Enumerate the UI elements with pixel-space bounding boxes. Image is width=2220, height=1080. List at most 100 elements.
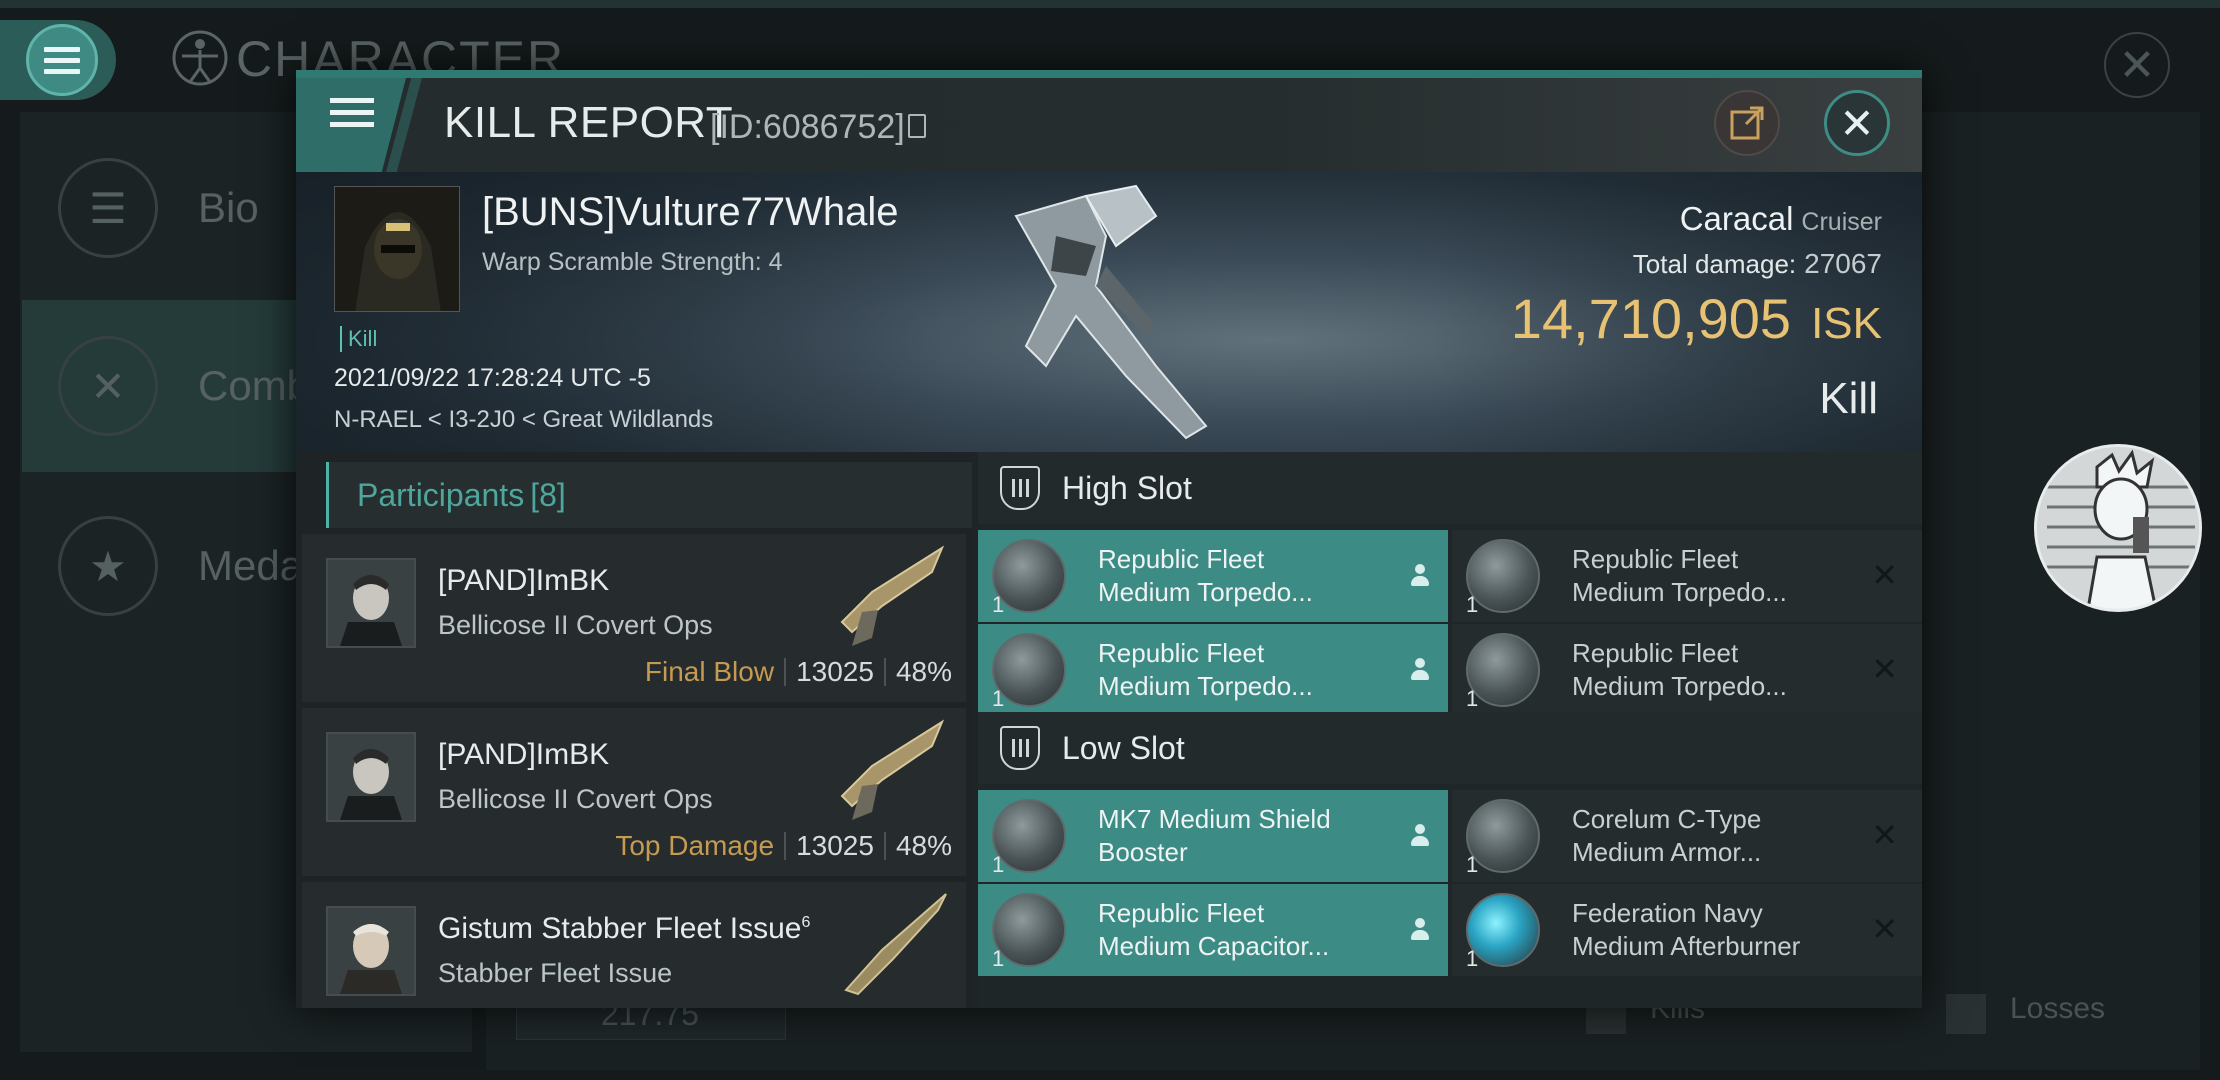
module-name-line1: Republic Fleet <box>1098 638 1265 668</box>
kill-tag: Kill <box>340 326 377 352</box>
module-qty: 1 <box>1466 592 1479 617</box>
portrait-image <box>328 734 414 820</box>
participants-label: Participants <box>357 476 525 513</box>
module-name-line1: MK7 Medium Shield <box>1098 804 1331 834</box>
module-name-line2: Medium Armor... <box>1572 837 1762 867</box>
module-name-line1: Republic Fleet <box>1098 544 1265 574</box>
participant-name: [PAND]ImBK <box>438 564 610 597</box>
module-qty: 1 <box>992 686 1005 711</box>
modal-close-button[interactable]: ✕ <box>1824 90 1890 156</box>
module-qty: 1 <box>1466 946 1479 971</box>
victim-banner: [BUNS]Vulture77Whale Warp Scramble Stren… <box>296 172 1922 452</box>
divider <box>883 832 886 860</box>
isk-unit: ISK <box>1811 299 1882 348</box>
participant-percent: 48% <box>895 830 952 861</box>
destroyed-x-icon: ✕ <box>1871 651 1898 687</box>
participant-portrait[interactable] <box>326 732 416 822</box>
losses-checkbox[interactable] <box>1946 994 1986 1034</box>
share-icon <box>1730 106 1764 140</box>
kill-report-modal: KILL REPORT [ID:6086752] ✕ [BUNS]Vulture <box>296 70 1922 1008</box>
user-avatar[interactable] <box>2034 444 2202 612</box>
module-qty: 1 <box>992 946 1005 971</box>
module-name-line2: Medium Torpedo... <box>1098 577 1313 607</box>
module-name-line2: Medium Torpedo... <box>1572 671 1787 701</box>
participant-name-text: Gistum Stabber Fleet Issue <box>438 912 802 945</box>
list-icon: ☰ <box>58 158 158 258</box>
shield-icon <box>1000 726 1040 770</box>
dropped-person-icon <box>1410 918 1430 942</box>
module-qty: 1 <box>1466 686 1479 711</box>
high-slot-header: High Slot <box>978 452 1922 524</box>
module-name-line1: Republic Fleet <box>1098 898 1265 928</box>
module-slot[interactable]: 1 Republic Fleet Medium Torpedo... <box>978 530 1448 622</box>
module-name-line1: Republic Fleet <box>1572 544 1739 574</box>
participant-row[interactable]: Gistum Stabber Fleet Issue6 Stabber Flee… <box>302 882 966 1008</box>
low-slot-header: Low Slot <box>978 712 1922 784</box>
portrait-image <box>328 908 414 994</box>
hamburger-icon <box>330 98 374 127</box>
victim-ship: Caracal Cruiser <box>1680 200 1882 238</box>
module-slot[interactable]: 1 Republic Fleet Medium Torpedo... ✕ <box>1452 530 1922 622</box>
module-name: Federation Navy Medium Afterburner <box>1572 897 1862 963</box>
participant-percent: 48% <box>895 656 952 687</box>
crossed-swords-icon: ✕ <box>58 336 158 436</box>
participant-ship-image <box>844 893 947 996</box>
module-name: Republic Fleet Medium Torpedo... <box>1572 543 1862 609</box>
victim-ship-image <box>1014 184 1208 440</box>
share-button[interactable] <box>1714 90 1780 156</box>
module-qty: 1 <box>1466 852 1479 877</box>
screen-close-button[interactable]: ✕ <box>2104 32 2170 98</box>
participants-panel: Participants [8] [PAND]ImBK Bellicose II … <box>296 452 972 1008</box>
module-slot[interactable]: 1 Republic Fleet Medium Capacitor... <box>978 884 1448 976</box>
module-name-line1: Federation Navy <box>1572 898 1763 928</box>
copy-id-icon[interactable] <box>908 114 926 138</box>
module-slot[interactable]: 1 Corelum C-Type Medium Armor... ✕ <box>1452 790 1922 882</box>
divider <box>784 658 787 686</box>
module-name: MK7 Medium Shield Booster <box>1098 803 1388 869</box>
divider <box>784 832 787 860</box>
victim-name[interactable]: [BUNS]Vulture77Whale <box>482 190 898 235</box>
participants-count: [8] <box>530 476 566 513</box>
isk-amount: 14,710,905 <box>1510 287 1792 350</box>
participant-name: Gistum Stabber Fleet Issue6 <box>438 912 810 946</box>
participant-name-sup: 6 <box>801 914 811 931</box>
isk-value: 14,710,905 ISK <box>1511 286 1882 351</box>
main-menu-button[interactable] <box>0 20 116 100</box>
participant-ship: Stabber Fleet Issue <box>438 958 673 988</box>
participant-ship-image <box>840 545 945 646</box>
participant-row[interactable]: [PAND]ImBK Bellicose II Covert Ops Top D… <box>302 708 966 876</box>
participant-name: [PAND]ImBK <box>438 738 610 771</box>
module-name: Republic Fleet Medium Torpedo... <box>1098 637 1388 703</box>
participant-row[interactable]: [PAND]ImBK Bellicose II Covert Ops Final… <box>302 534 966 702</box>
divider <box>883 658 886 686</box>
victim-portrait[interactable] <box>334 186 460 312</box>
ship-class: Cruiser <box>1801 208 1882 236</box>
kill-id: [ID:6086752] <box>710 108 905 146</box>
top-border <box>0 0 2220 8</box>
module-slot[interactable]: 1 MK7 Medium Shield Booster <box>978 790 1448 882</box>
low-slot-label: Low Slot <box>1062 729 1185 766</box>
module-slot[interactable]: 1 Republic Fleet Medium Torpedo... ✕ <box>1452 624 1922 716</box>
participant-stats: Top Damage 13025 48% <box>615 830 952 862</box>
close-icon: ✕ <box>1839 99 1875 147</box>
module-slot[interactable]: 1 Federation Navy Medium Afterburner ✕ <box>1452 884 1922 976</box>
destroyed-x-icon: ✕ <box>1871 911 1898 947</box>
participant-ship-image <box>840 719 945 820</box>
participant-damage: 13025 <box>796 830 874 861</box>
module-name: Republic Fleet Medium Capacitor... <box>1098 897 1388 963</box>
sidebar-item-label: Bio <box>198 184 259 231</box>
module-slot[interactable]: 1 Republic Fleet Medium Torpedo... <box>978 624 1448 716</box>
total-damage-value: 27067 <box>1804 248 1882 279</box>
kill-location[interactable]: N-RAEL < I3-2J0 < Great Wildlands <box>334 406 713 434</box>
character-icon <box>172 30 228 86</box>
ship-name: Caracal <box>1679 200 1794 237</box>
participant-ship: Bellicose II Covert Ops <box>438 784 713 814</box>
total-damage: Total damage: 27067 <box>1633 248 1882 280</box>
module-name-line2: Booster <box>1098 837 1188 867</box>
sidebar-item-label: Comb <box>198 362 311 409</box>
menu-icon <box>26 24 98 96</box>
fitting-panel: High Slot 1 Republic Fleet Medium Torpedo… <box>978 452 1922 1008</box>
result-label: Kill <box>1819 374 1878 423</box>
participant-portrait[interactable] <box>326 558 416 648</box>
participant-portrait[interactable] <box>326 906 416 996</box>
